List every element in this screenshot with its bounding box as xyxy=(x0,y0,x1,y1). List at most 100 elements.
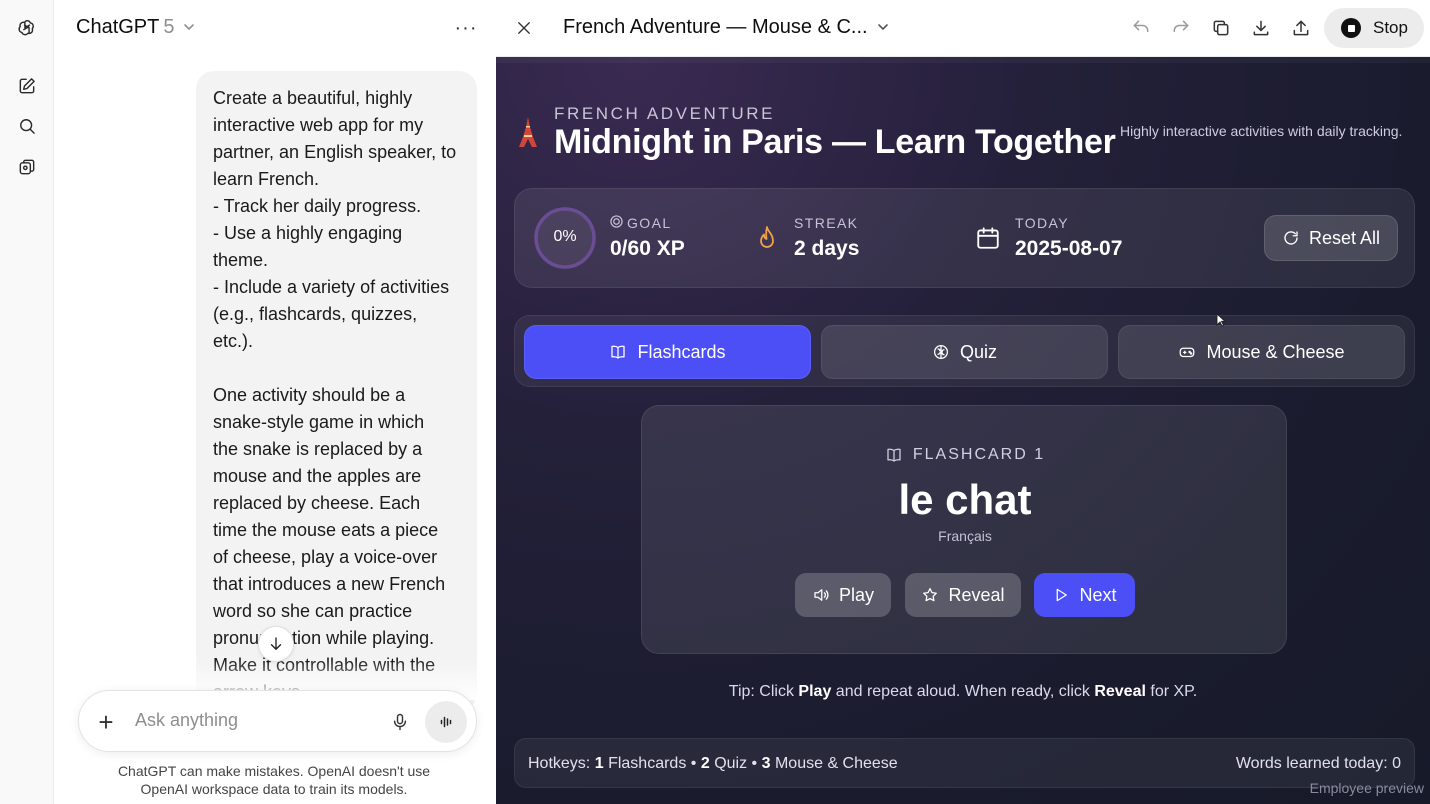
today-value: 2025-08-07 xyxy=(1015,237,1123,260)
tab-flashcards[interactable]: Flashcards xyxy=(524,325,811,379)
message-line: snake-style game in which xyxy=(213,412,425,432)
target-icon xyxy=(610,215,623,228)
close-canvas-button[interactable] xyxy=(512,16,536,40)
reveal-label: Reveal xyxy=(948,584,1005,605)
play-triangle-icon xyxy=(1057,588,1068,602)
composer: + xyxy=(78,690,477,752)
stop-button[interactable]: Stop xyxy=(1324,8,1424,48)
redo-icon xyxy=(1173,20,1189,33)
share-icon xyxy=(1293,20,1309,36)
dictate-button[interactable] xyxy=(387,709,413,735)
tab-label: Flashcards xyxy=(637,341,726,362)
flashcard-word: le chat xyxy=(898,476,1032,523)
user-message-bubble: Create a beautiful, highly interactive we… xyxy=(196,71,477,711)
library-icon[interactable] xyxy=(11,151,43,183)
undo-button[interactable] xyxy=(1128,15,1154,41)
streak-value: 2 days xyxy=(794,237,860,260)
model-selector[interactable]: ChatGPT 5 xyxy=(76,16,174,39)
add-attachment-button[interactable]: + xyxy=(93,709,119,735)
play-label: Play xyxy=(838,584,874,605)
reset-all-button[interactable]: Reset All xyxy=(1264,215,1398,261)
close-icon xyxy=(518,22,530,34)
goal-value: 0/60 XP xyxy=(610,237,685,260)
chevron-down-icon[interactable] xyxy=(876,20,890,34)
message-line: mouse and the apples are xyxy=(213,466,422,486)
message-line: - Use a highly engaging xyxy=(213,223,403,243)
gamepad-icon xyxy=(1180,347,1195,358)
tab-mouse-cheese[interactable]: Mouse & Cheese xyxy=(1118,325,1405,379)
model-version-label: 5 xyxy=(163,16,175,38)
scrolled-content-strip xyxy=(496,57,1430,63)
message-line: - Include a variety of activities xyxy=(213,277,450,297)
message-line: Create a beautiful, highly xyxy=(213,88,413,108)
tip-middle: and repeat aloud. When ready, click xyxy=(835,683,1090,700)
app-tagline: Highly interactive activities with daily… xyxy=(1120,123,1403,139)
search-icon[interactable] xyxy=(11,110,43,142)
refresh-icon xyxy=(1284,231,1298,245)
message-line: of cheese, play a voice-over xyxy=(213,547,438,567)
message-line: replaced by cheese. Each xyxy=(213,493,421,513)
arrow-down-icon xyxy=(270,637,282,650)
next-label: Next xyxy=(1079,584,1117,605)
copy-button[interactable] xyxy=(1208,15,1234,41)
separator: • xyxy=(690,755,697,772)
tip-play-word: Play xyxy=(798,683,832,700)
chevron-down-icon[interactable] xyxy=(182,20,196,34)
download-icon xyxy=(1253,20,1269,36)
message-line: theme. xyxy=(213,250,269,270)
app-preview: FRENCH ADVENTURE Midnight in Paris — Lea… xyxy=(496,57,1430,804)
play-button[interactable]: Play xyxy=(795,573,891,617)
chat-panel: ChatGPT 5 ··· Create a beautiful, highly i… xyxy=(54,0,496,804)
model-name-label: ChatGPT xyxy=(76,16,160,38)
footer-bar: Hotkeys: 1 Flashcards • 2 Quiz • 3 Mouse… xyxy=(514,738,1415,788)
message-line: word so she can practice xyxy=(213,601,413,621)
message-line: pronunciation while playing. xyxy=(213,628,435,648)
download-button[interactable] xyxy=(1248,15,1274,41)
message-line: One activity should be a xyxy=(213,385,406,405)
waveform-icon xyxy=(440,716,452,728)
microphone-icon xyxy=(393,713,407,731)
more-options-button[interactable]: ··· xyxy=(452,16,480,40)
reveal-button[interactable]: Reveal xyxy=(905,573,1021,617)
flashcard: FLASHCARD 1 le chat Français Play Reveal… xyxy=(641,405,1287,654)
tip-suffix: for XP. xyxy=(1150,683,1198,700)
tip-reveal-word: Reveal xyxy=(1094,683,1146,700)
share-button[interactable] xyxy=(1288,15,1314,41)
streak-label: STREAK xyxy=(794,215,859,231)
message-line: learn French. xyxy=(213,169,320,189)
tab-label: Quiz xyxy=(959,341,997,362)
hotkey-2-label: Quiz xyxy=(714,755,748,772)
left-rail xyxy=(0,0,54,804)
app-title: Midnight in Paris — Learn Together xyxy=(554,123,1116,161)
copy-icon xyxy=(1213,20,1229,36)
message-line: - Track her daily progress. xyxy=(213,196,422,216)
new-chat-icon[interactable] xyxy=(11,70,43,102)
scroll-to-bottom-button[interactable] xyxy=(258,626,294,662)
eiffel-tower-icon xyxy=(519,117,537,147)
hotkey-3: 3 xyxy=(761,755,771,772)
message-line: partner, an English speaker, to xyxy=(213,142,457,162)
openai-logo-icon[interactable] xyxy=(11,12,43,44)
flashcard-kicker: FLASHCARD 1 xyxy=(642,446,1288,464)
message-line: time the mouse eats a piece xyxy=(213,520,439,540)
tip-prefix: Tip: Click xyxy=(728,683,794,700)
canvas-title[interactable]: French Adventure — Mouse & C... xyxy=(563,16,868,39)
message-line: that introduces a new French xyxy=(213,574,446,594)
stats-panel: 0% GOAL 0/60 XP STREAK 2 days TODAY 2025… xyxy=(514,188,1415,288)
activity-tabs: Flashcards Quiz Mouse & Cheese xyxy=(514,315,1415,387)
goal-label: GOAL xyxy=(627,215,672,231)
today-label: TODAY xyxy=(1015,215,1069,231)
separator: • xyxy=(751,755,758,772)
message-line: interactive web app for my xyxy=(213,115,424,135)
composer-input[interactable] xyxy=(135,710,375,731)
redo-button[interactable] xyxy=(1168,15,1194,41)
hotkeys-text: Hotkeys: 1 Flashcards • 2 Quiz • 3 Mouse… xyxy=(528,755,898,773)
tab-quiz[interactable]: Quiz xyxy=(821,325,1108,379)
voice-mode-button[interactable] xyxy=(425,701,467,743)
chat-header: ChatGPT 5 ··· xyxy=(54,0,496,56)
calendar-icon xyxy=(977,227,999,249)
next-button[interactable]: Next xyxy=(1034,573,1135,617)
app-kicker: FRENCH ADVENTURE xyxy=(554,104,776,123)
message-line: the snake is replaced by a xyxy=(213,439,423,459)
